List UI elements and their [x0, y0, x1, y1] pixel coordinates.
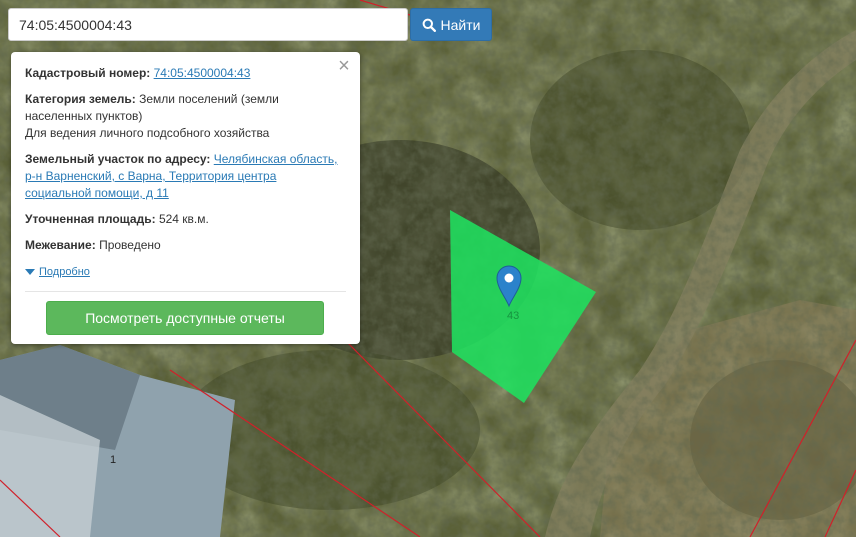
- survey-row: Межевание: Проведено: [25, 237, 346, 254]
- view-reports-button[interactable]: Посмотреть доступные отчеты: [46, 300, 324, 335]
- cadastral-number-link[interactable]: 74:05:4500004:43: [154, 66, 251, 80]
- details-toggle-label: Подробно: [39, 265, 90, 278]
- area-value: 524 кв.м.: [158, 212, 209, 226]
- area-row: Уточненная площадь: 524 кв.м.: [25, 211, 346, 228]
- search-bar: [8, 8, 408, 41]
- land-purpose-value: Для ведения личного подсобного хозяйства: [25, 126, 270, 140]
- cadastral-number-row: Кадастровый номер: 74:05:4500004:43: [25, 65, 346, 82]
- parcel-info-popup: × Кадастровый номер: 74:05:4500004:43 Ка…: [11, 52, 360, 344]
- cadastral-number-label: Кадастровый номер:: [25, 66, 151, 80]
- building-number-label: 1: [110, 454, 116, 466]
- cadastral-search-input[interactable]: [8, 8, 408, 41]
- search-icon: [422, 18, 436, 32]
- land-category-row: Категория земель: Земли поселений (земли…: [25, 91, 346, 142]
- marker-dot: [504, 273, 514, 283]
- details-toggle-link[interactable]: Подробно: [25, 264, 90, 281]
- caret-down-icon: [25, 269, 35, 275]
- address-row: Земельный участок по адресу: Челябинская…: [25, 151, 346, 202]
- parcel-number-label: 43: [507, 310, 519, 322]
- popup-divider: [25, 290, 346, 292]
- survey-label: Межевание:: [25, 238, 96, 252]
- search-button-label: Найти: [440, 16, 481, 33]
- search-button[interactable]: Найти: [410, 8, 492, 41]
- address-label: Земельный участок по адресу:: [25, 152, 211, 166]
- area-label: Уточненная площадь:: [25, 212, 156, 226]
- close-icon[interactable]: ×: [335, 56, 353, 76]
- land-category-label: Категория земель:: [25, 92, 136, 106]
- survey-value: Проведено: [99, 238, 161, 252]
